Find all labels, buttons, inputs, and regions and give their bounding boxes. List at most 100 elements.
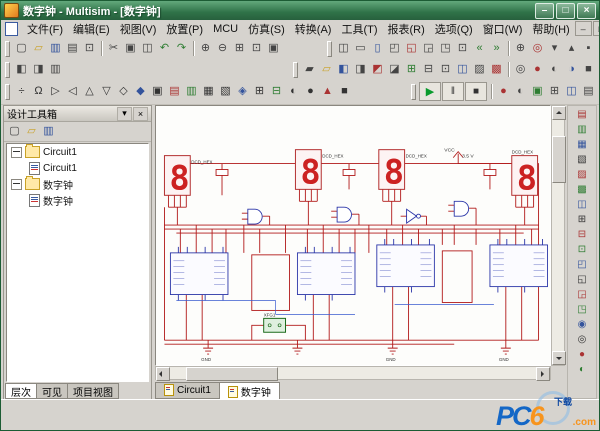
seven-segment-display[interactable]: 8 DCD_HEX bbox=[163, 155, 213, 198]
place-mixed-icon[interactable]: ▣ bbox=[149, 83, 166, 100]
horizontal-scroll-thumb[interactable] bbox=[186, 367, 278, 381]
seven-segment-display[interactable]: 8 DCD_HEX bbox=[294, 149, 344, 192]
menu-item[interactable]: 转换(A) bbox=[290, 20, 337, 38]
open-design-icon[interactable]: ▱ bbox=[23, 123, 40, 140]
toolbar-icon[interactable]: ◎ bbox=[512, 61, 529, 78]
scroll-down-button[interactable] bbox=[552, 351, 566, 365]
seven-segment-display[interactable]: 8 DCD_HEX bbox=[378, 149, 427, 192]
menu-item[interactable]: MCU bbox=[208, 22, 243, 36]
toolbar-handle[interactable] bbox=[411, 83, 416, 100]
scroll-right-button[interactable] bbox=[536, 367, 550, 381]
instrument-network-analyzer-icon[interactable]: ◳ bbox=[571, 303, 593, 317]
toolbar-icon[interactable]: ● bbox=[495, 83, 512, 100]
toolbar-icon[interactable]: ■ bbox=[580, 61, 597, 78]
toolbar-icon[interactable]: ▴ bbox=[563, 40, 580, 57]
instrument-agilent-function-generator-icon[interactable]: ◉ bbox=[571, 318, 593, 332]
panel-tab[interactable]: 层次 bbox=[5, 383, 37, 399]
toolbar-icon[interactable]: ◐ bbox=[512, 83, 529, 100]
place-electromechanical-icon[interactable]: ⊞ bbox=[251, 83, 268, 100]
toolbar-icon[interactable]: ▤ bbox=[580, 83, 597, 100]
toolbar-icon[interactable]: ◐ bbox=[546, 61, 563, 78]
menu-item[interactable]: 视图(V) bbox=[115, 20, 162, 38]
menu-item[interactable]: 仿真(S) bbox=[243, 20, 290, 38]
instrument-oscilloscope-icon[interactable]: ▧ bbox=[571, 153, 593, 167]
place-mcu-icon[interactable]: ● bbox=[302, 83, 319, 100]
tree-item-digital-clock[interactable]: 数字钟 bbox=[7, 176, 148, 192]
toolbar-icon[interactable]: ▩ bbox=[488, 61, 505, 78]
place-misc-icon[interactable]: ▦ bbox=[200, 83, 217, 100]
menu-item[interactable]: 放置(P) bbox=[161, 20, 208, 38]
close-button[interactable]: × bbox=[577, 2, 596, 19]
toolbar-icon[interactable]: ◨ bbox=[352, 61, 369, 78]
instrument-bode-plotter-icon[interactable]: ▩ bbox=[571, 183, 593, 197]
toolbar-icon[interactable]: ⊡ bbox=[437, 61, 454, 78]
place-hierarchical-block-icon[interactable]: ▲ bbox=[319, 83, 336, 100]
collapse-icon[interactable] bbox=[11, 178, 22, 190]
design-toolbox-titlebar[interactable]: 设计工具箱 ▾ × bbox=[4, 106, 151, 122]
window-layout-icon[interactable]: ◧ bbox=[13, 61, 30, 78]
toggle-design-toolbox-icon[interactable]: ◫ bbox=[335, 40, 352, 57]
place-power-icon[interactable]: ▥ bbox=[183, 83, 200, 100]
component-wizard-icon[interactable]: ◰ bbox=[386, 40, 403, 57]
toolbar-icon[interactable]: ◎ bbox=[529, 40, 546, 57]
toolbar-handle[interactable] bbox=[5, 40, 10, 57]
toolbar-icon[interactable]: ◫ bbox=[563, 83, 580, 100]
back-icon[interactable]: « bbox=[471, 40, 488, 57]
print-preview-icon[interactable]: ⊡ bbox=[81, 40, 98, 57]
toolbar-icon[interactable]: ◫ bbox=[454, 61, 471, 78]
paste-icon[interactable]: ◫ bbox=[139, 40, 156, 57]
instrument-four-channel-oscilloscope-icon[interactable]: ▨ bbox=[571, 168, 593, 182]
sheet-tab[interactable]: Circuit1 bbox=[155, 382, 220, 399]
instrument-multimeter-icon[interactable]: ▤ bbox=[571, 108, 593, 122]
instrument-frequency-counter-icon[interactable]: ◫ bbox=[571, 198, 593, 212]
toolbar-icon[interactable]: ▨ bbox=[471, 61, 488, 78]
place-ni-component-icon[interactable]: ⊟ bbox=[268, 83, 285, 100]
place-analog-icon[interactable]: △ bbox=[81, 83, 98, 100]
place-connector-icon[interactable]: ◐ bbox=[285, 83, 302, 100]
panel-tab[interactable]: 项目视图 bbox=[67, 383, 119, 399]
toolbar-icon[interactable]: ● bbox=[529, 61, 546, 78]
place-indicator-icon[interactable]: ▤ bbox=[166, 83, 183, 100]
place-transistor-icon[interactable]: ◁ bbox=[64, 83, 81, 100]
zoom-out-icon[interactable]: ⊖ bbox=[214, 40, 231, 57]
undo-icon[interactable]: ↶ bbox=[156, 40, 173, 57]
panel-close-button[interactable]: × bbox=[133, 106, 148, 121]
place-rf-icon[interactable]: ◈ bbox=[234, 83, 251, 100]
document-icon[interactable] bbox=[5, 21, 18, 36]
window-layout-icon[interactable]: ◨ bbox=[30, 61, 47, 78]
seven-segment-display[interactable]: 8 DCD_HEX bbox=[511, 150, 539, 198]
instrument-distortion-analyzer-icon[interactable]: ◱ bbox=[571, 273, 593, 287]
instrument-logic-converter-icon[interactable]: ⊡ bbox=[571, 243, 593, 257]
toolbar-icon[interactable]: ◑ bbox=[563, 61, 580, 78]
menu-item[interactable]: 选项(Q) bbox=[430, 20, 478, 38]
redo-icon[interactable]: ↷ bbox=[173, 40, 190, 57]
new-file-icon[interactable]: ▢ bbox=[13, 40, 30, 57]
forward-icon[interactable]: » bbox=[488, 40, 505, 57]
open-file-icon[interactable]: ▱ bbox=[30, 40, 47, 57]
toolbar-icon[interactable]: ▰ bbox=[301, 61, 318, 78]
instrument-spectrum-analyzer-icon[interactable]: ◲ bbox=[571, 288, 593, 302]
menu-item[interactable]: 帮助(H) bbox=[527, 20, 574, 38]
stop-simulation-button[interactable]: ■ bbox=[465, 82, 487, 101]
place-bus-icon[interactable]: ■ bbox=[336, 83, 353, 100]
tree-sheet-circuit1[interactable]: Circuit1 bbox=[7, 160, 148, 176]
child-minimize-button[interactable]: – bbox=[574, 21, 592, 36]
toolbar-icon[interactable]: ⊕ bbox=[512, 40, 529, 57]
child-restore-button[interactable]: □ bbox=[592, 21, 599, 36]
toolbar-icon[interactable]: ⊞ bbox=[546, 83, 563, 100]
save-design-icon[interactable]: ▥ bbox=[40, 123, 57, 140]
toolbar-icon[interactable]: ▣ bbox=[529, 83, 546, 100]
place-ttl-icon[interactable]: ▽ bbox=[98, 83, 115, 100]
instrument-iv-analyzer-icon[interactable]: ◰ bbox=[571, 258, 593, 272]
instrument-tektronix-oscilloscope-icon[interactable]: ◐ bbox=[571, 363, 593, 377]
collapse-icon[interactable] bbox=[11, 146, 22, 158]
horizontal-scrollbar[interactable] bbox=[155, 366, 551, 381]
save-icon[interactable]: ▥ bbox=[47, 40, 64, 57]
scroll-left-button[interactable] bbox=[156, 367, 170, 381]
electrical-rules-check-icon[interactable]: ◳ bbox=[437, 40, 454, 57]
window-layout-icon[interactable]: ▥ bbox=[47, 61, 64, 78]
cut-icon[interactable]: ✂ bbox=[105, 40, 122, 57]
pause-simulation-button[interactable]: ‖ bbox=[442, 82, 464, 101]
maximize-button[interactable]: □ bbox=[556, 2, 575, 19]
toolbar-handle[interactable] bbox=[293, 61, 298, 78]
